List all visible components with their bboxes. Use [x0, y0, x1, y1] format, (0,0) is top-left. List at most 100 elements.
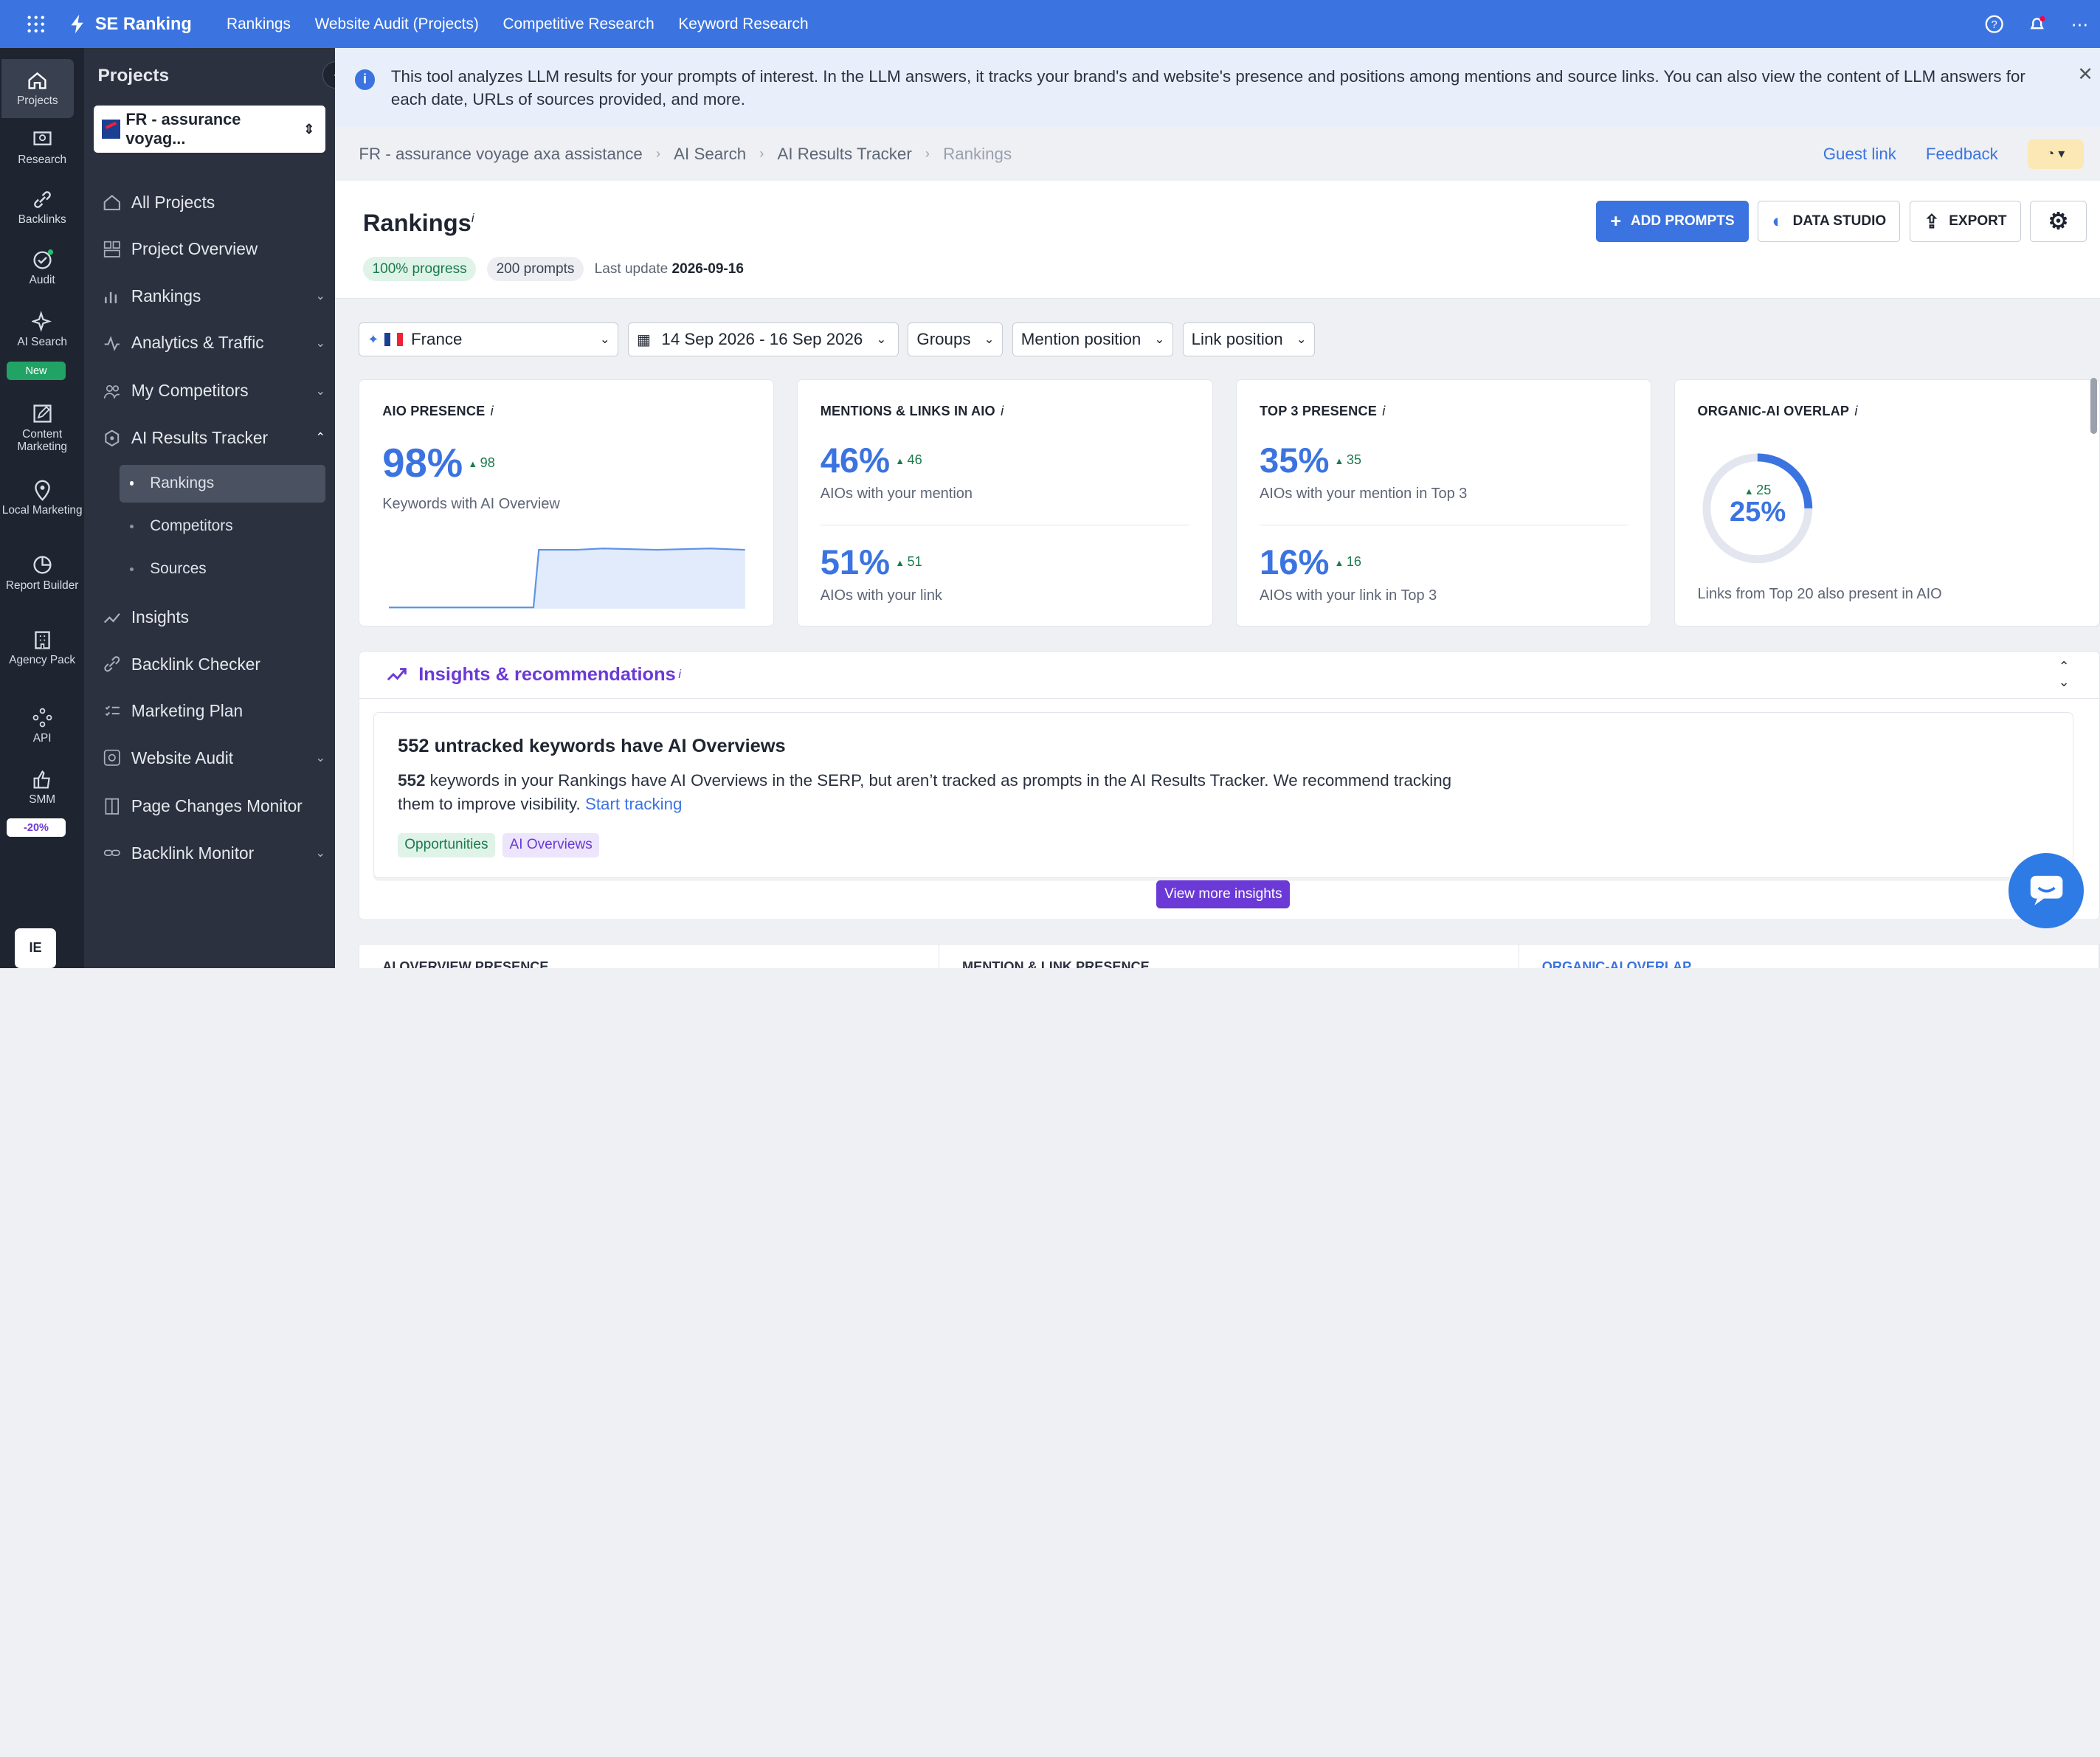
- guest-link[interactable]: Guest link: [1823, 145, 1896, 164]
- info-icon[interactable]: i: [472, 212, 474, 225]
- bottom-tabs: AI OVERVIEW PRESENCE MENTION & LINK PRES…: [359, 944, 2100, 969]
- mention-metric: 46% 46: [821, 440, 922, 480]
- settings-button[interactable]: ⚙: [2030, 201, 2087, 243]
- mention-position-select[interactable]: Mention position ⌄: [1012, 322, 1173, 356]
- main-content: i This tool analyzes LLM results for you…: [334, 48, 2100, 969]
- sidebar-subitem-rankings[interactable]: Rankings: [119, 464, 325, 503]
- aio-sparkline: [389, 548, 746, 609]
- link-position-select[interactable]: Link position ⌄: [1182, 322, 1316, 356]
- rail-content-marketing[interactable]: Content Marketing: [0, 403, 84, 462]
- data-studio-button[interactable]: ◐ DATA STUDIO: [1758, 201, 1901, 243]
- view-more-insights-button[interactable]: View more insights: [1156, 880, 1291, 909]
- feedback-link[interactable]: Feedback: [1926, 145, 1998, 164]
- page-title: Rankingsi: [362, 209, 474, 237]
- top3-link-metric: 16% 16: [1260, 542, 1361, 582]
- project-name: FR - assurance voyag...: [125, 110, 241, 148]
- topnav-website-audit[interactable]: Website Audit (Projects): [315, 15, 479, 33]
- link-icon: [33, 191, 51, 208]
- project-selector[interactable]: FR - assurance voyag... ⇕: [94, 106, 325, 153]
- info-icon[interactable]: i: [1382, 404, 1385, 418]
- card-title: TOP 3 PRESENCE i: [1259, 404, 1386, 419]
- sidebar-item-backlink-checker[interactable]: Backlink Checker: [103, 647, 325, 682]
- topnav-competitive-research[interactable]: Competitive Research: [502, 15, 654, 33]
- sidebar-item-competitors[interactable]: My Competitors ⌄: [103, 373, 325, 408]
- tab-ai-overview-presence[interactable]: AI OVERVIEW PRESENCE: [359, 945, 940, 969]
- rail-ai-search[interactable]: AI Search: [0, 311, 84, 365]
- chevron-down-icon: ⌄: [315, 289, 325, 303]
- sidebar-item-analytics[interactable]: Analytics & Traffic ⌄: [103, 325, 325, 360]
- ai-tracker-icon: [105, 429, 119, 446]
- rail-smm[interactable]: SMM: [0, 769, 84, 823]
- sidebar-item-all-projects[interactable]: All Projects: [103, 184, 325, 219]
- sidebar-item-project-overview[interactable]: Project Overview: [103, 232, 325, 266]
- card-title: ORGANIC-AI OVERLAP i: [1697, 404, 1858, 419]
- insight-card: 552 untracked keywords have AI Overviews…: [373, 711, 2074, 878]
- topnav-keyword-research[interactable]: Keyword Research: [678, 15, 808, 33]
- rail-research[interactable]: Research: [0, 128, 84, 182]
- rail-audit[interactable]: Audit: [0, 249, 84, 303]
- info-icon[interactable]: i: [678, 668, 681, 682]
- sidebar-item-insights[interactable]: Insights: [103, 600, 325, 635]
- sidebar-item-backlink-monitor[interactable]: Backlink Monitor ⌄: [103, 835, 325, 870]
- breadcrumb-current: Rankings: [943, 144, 1012, 163]
- rail-agency-pack[interactable]: Agency Pack: [0, 629, 84, 688]
- top3-link-subtitle: AIOs with your link in Top 3: [1259, 587, 1437, 604]
- link-delta: 51: [895, 554, 922, 570]
- tab-organic-ai-overlap[interactable]: ORGANIC-AI OVERLAP: [1519, 945, 2099, 969]
- breadcrumb-project[interactable]: FR - assurance voyage axa assistance: [359, 145, 642, 164]
- aio-subtitle: Keywords with AI Overview: [382, 496, 560, 513]
- research-icon: [33, 131, 52, 146]
- info-icon[interactable]: i: [1854, 404, 1857, 418]
- rail-api[interactable]: API: [0, 707, 84, 761]
- status-pills: 100% progress 200 prompts Last update 20…: [362, 257, 744, 282]
- sidebar-subitem-sources[interactable]: Sources: [120, 550, 325, 588]
- insight-text: 552 keywords in your Rankings have AI Ov…: [398, 770, 1452, 814]
- new-badge: New: [7, 362, 66, 381]
- pin-icon: [34, 480, 50, 501]
- avatar[interactable]: IE: [14, 928, 57, 969]
- speedometer-icon[interactable]: ◔ ▾: [2027, 139, 2084, 169]
- help-icon[interactable]: ?: [1982, 12, 2006, 36]
- chevron-down-icon: ⌄: [599, 333, 610, 347]
- brand-logo[interactable]: SE Ranking: [67, 13, 192, 35]
- info-icon[interactable]: i: [491, 404, 494, 418]
- date-range-picker[interactable]: ▦ 14 Sep 2026 - 16 Sep 2026 ⌄: [628, 322, 899, 356]
- insight-heading: 552 untracked keywords have AI Overviews: [398, 735, 786, 756]
- topnav-rankings[interactable]: Rankings: [227, 15, 291, 33]
- rail-report-builder[interactable]: Report Builder: [0, 554, 84, 613]
- checklist-icon: [105, 705, 120, 717]
- last-update: Last update 2026-09-16: [594, 260, 744, 277]
- groups-select[interactable]: Groups ⌄: [908, 322, 1004, 356]
- sidebar-subitem-competitors[interactable]: Competitors: [120, 508, 325, 545]
- info-banner: i This tool analyzes LLM results for you…: [334, 48, 2100, 128]
- tab-mention-link-presence[interactable]: MENTION & LINK PRESENCE: [939, 945, 1519, 969]
- top3-link-delta: 16: [1335, 554, 1361, 570]
- start-tracking-link[interactable]: Start tracking: [585, 795, 682, 813]
- breadcrumb-ai-search[interactable]: AI Search: [674, 145, 746, 164]
- chat-button[interactable]: [2009, 853, 2084, 928]
- breadcrumb-row: FR - assurance voyage axa assistance › A…: [334, 127, 2100, 181]
- link-metric: 51% 51: [821, 542, 922, 582]
- rail-projects[interactable]: Projects: [1, 58, 74, 118]
- sidebar-item-page-changes[interactable]: Page Changes Monitor: [103, 789, 325, 824]
- breadcrumb-ai-results-tracker[interactable]: AI Results Tracker: [777, 145, 911, 164]
- expand-collapse-icon[interactable]: ⌃ ⌄: [2059, 659, 2070, 690]
- chain-icon: [103, 849, 120, 857]
- sidebar-item-website-audit[interactable]: Website Audit ⌄: [103, 741, 325, 776]
- insights-header[interactable]: Insights & recommendations i ⌃ ⌄: [359, 652, 2099, 699]
- bell-icon[interactable]: [2025, 12, 2049, 36]
- add-prompts-button[interactable]: + ADD PROMPTS: [1596, 201, 1749, 243]
- more-icon[interactable]: ⋯: [2068, 12, 2092, 36]
- top3-link-value: 16%: [1259, 542, 1330, 582]
- sidebar-item-marketing-plan[interactable]: Marketing Plan: [103, 694, 325, 728]
- close-icon[interactable]: ✕: [2077, 63, 2093, 86]
- apps-grid-icon[interactable]: [24, 12, 49, 36]
- scrollbar[interactable]: [2090, 377, 2098, 435]
- sidebar-item-ai-results-tracker[interactable]: AI Results Tracker ⌃: [103, 421, 325, 455]
- country-select[interactable]: ✦ France ⌄: [359, 322, 619, 356]
- sidebar-item-rankings[interactable]: Rankings ⌄: [103, 278, 325, 313]
- info-icon[interactable]: i: [1001, 404, 1004, 418]
- rail-backlinks[interactable]: Backlinks: [0, 189, 84, 243]
- rail-local-marketing[interactable]: Local Marketing: [0, 480, 84, 539]
- export-button[interactable]: ⇪ EXPORT: [1910, 201, 2021, 243]
